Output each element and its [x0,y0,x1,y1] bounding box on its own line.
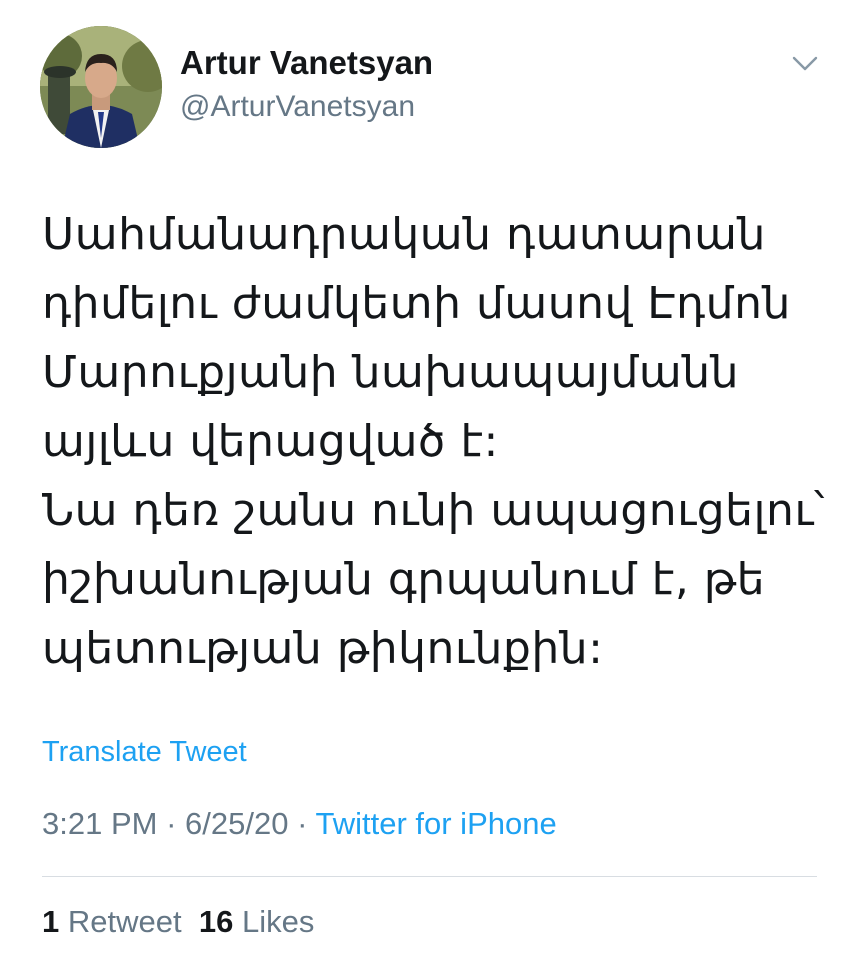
tweet-text-line: պետության թիկունքին: [42,623,604,674]
retweets-stat[interactable]: 1 Retweet [42,904,182,939]
tweet-text-line: դիմելու ժամկետի մասով Էդմոն [42,278,791,329]
chevron-down-icon[interactable] [790,52,820,76]
tweet-stats: 1 Retweet 16 Likes [42,904,314,940]
likes-count: 16 [198,904,234,939]
translate-tweet-link[interactable]: Translate Tweet [42,736,247,769]
tweet-source-link[interactable]: Twitter for iPhone [315,806,556,841]
tweet-text-line: իշխանության գրպանում է, թե [42,554,766,605]
tweet-text-line: Մարուքյանի նախապայմանն [42,347,740,398]
author-display-name[interactable]: Artur Vanetsyan [180,44,433,82]
author-handle[interactable]: @ArturVanetsyan [180,90,415,124]
tweet-metadata: 3:21 PM · 6/25/20 · Twitter for iPhone [42,806,557,842]
tweet-text-line: Նա դեռ շանս ունի ապացուցելու՝ [42,485,825,536]
tweet-date[interactable]: 6/25/20 [185,806,288,841]
retweets-label: Retweet [67,904,182,939]
tweet-text-line: Սահմանադրական դատարան [42,209,766,260]
tweet-detail: Artur Vanetsyan @ArturVanetsyan Սահմանադ… [0,0,857,960]
likes-stat[interactable]: 16 Likes [199,904,314,939]
likes-label: Likes [241,904,315,939]
retweets-count: 1 [42,904,60,939]
meta-separator: · [297,806,308,841]
tweet-time[interactable]: 3:21 PM [42,806,157,841]
divider [42,876,817,877]
tweet-text: Սահմանադրական դատարան դիմելու ժամկետի մա… [42,200,832,683]
tweet-text-line: այլևս վերացված է: [42,416,499,467]
avatar[interactable] [40,26,162,148]
profile-photo-icon [40,26,162,148]
meta-separator: · [166,806,177,841]
